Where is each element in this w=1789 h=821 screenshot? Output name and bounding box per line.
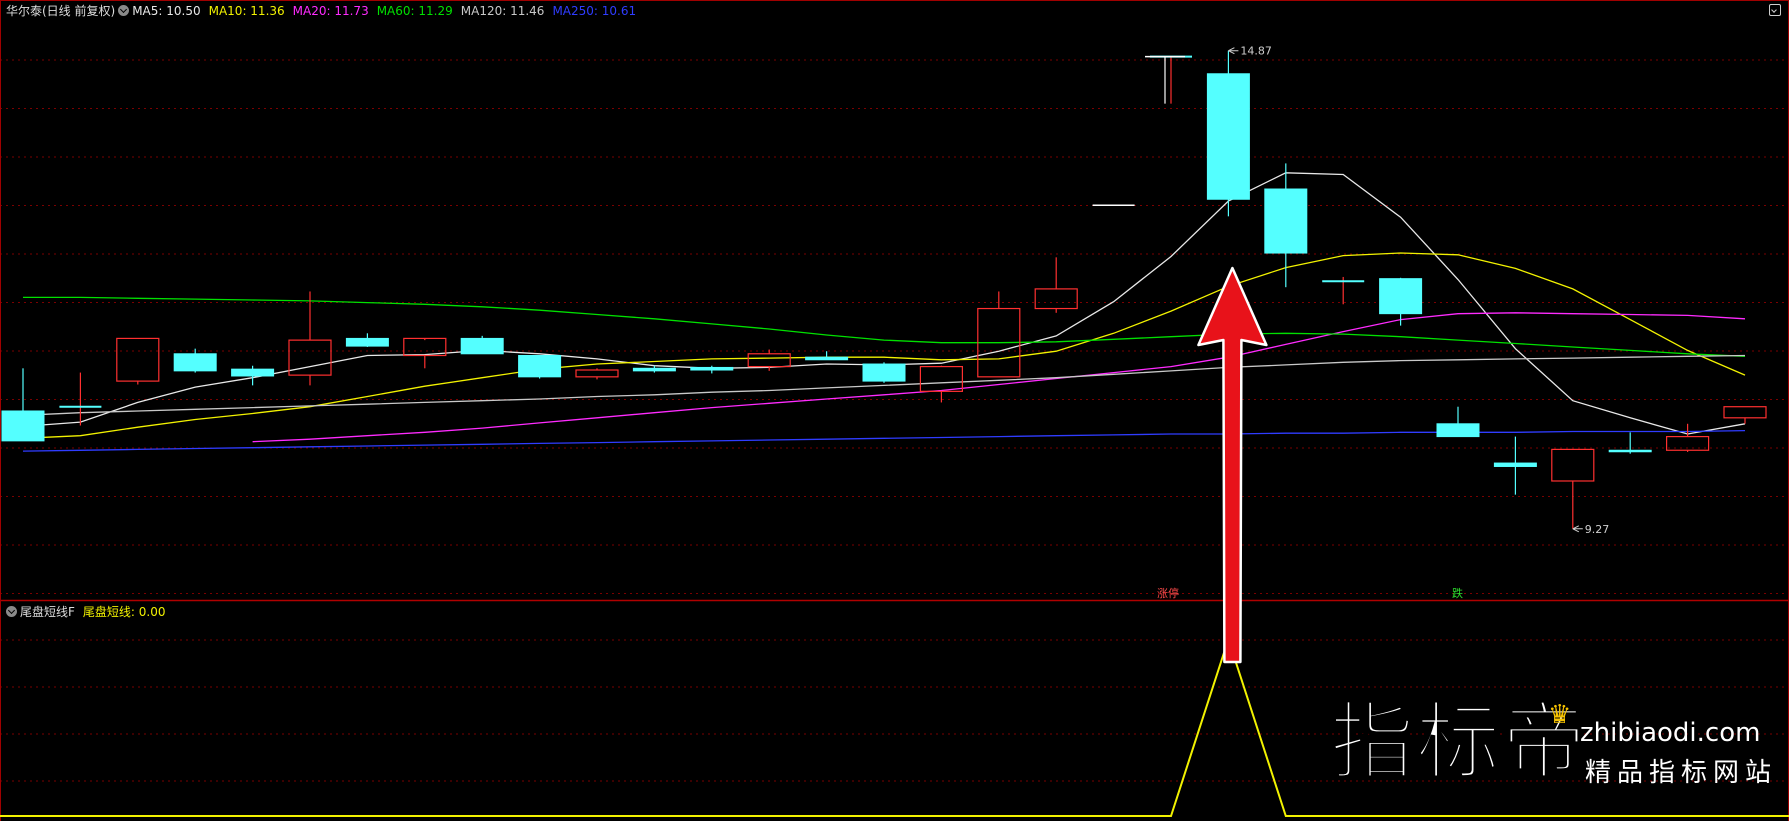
candle (345, 333, 389, 347)
candle-body (345, 337, 389, 347)
ma-legend-item: MA5: 10.50 (132, 4, 201, 18)
candle-body (460, 337, 504, 355)
expand-icon[interactable] (1769, 4, 1781, 16)
candle-body (518, 354, 562, 378)
fall-label: 跌 (1452, 586, 1463, 600)
candle (575, 368, 619, 380)
high-marker (1228, 47, 1239, 55)
candle-body (1436, 423, 1480, 438)
candle-body (1379, 278, 1423, 315)
candle-body (1264, 188, 1308, 254)
candle-body (1493, 462, 1537, 467)
chevron-down-icon[interactable] (6, 606, 17, 617)
candle (1551, 448, 1595, 529)
ma-legend-item: MA120: 11.46 (460, 4, 545, 18)
candle (1150, 55, 1192, 104)
candle (862, 362, 906, 383)
low-label: 9.27 (1585, 523, 1610, 536)
watermark-url: zhibiaodi.com (1580, 718, 1761, 748)
candle-body (1034, 288, 1078, 310)
candle-body (919, 365, 964, 392)
candle (1436, 406, 1480, 438)
candle-body (231, 368, 275, 377)
candle (690, 365, 734, 374)
ma-legend-item: MA250: 10.61 (552, 4, 637, 18)
candle (1322, 276, 1365, 305)
high-label: 14.87 (1240, 45, 1272, 58)
candle-body (116, 337, 160, 382)
candle (977, 291, 1021, 378)
candle (116, 337, 160, 385)
chevron-down-icon[interactable] (118, 5, 130, 16)
candle (1145, 55, 1185, 104)
candle-body (747, 353, 791, 368)
low-marker (1572, 525, 1583, 533)
ma-legend-item: MA20: 11.73 (292, 4, 369, 18)
main-pane-header: 华尔泰(日线 前复权) MA5: 10.50 MA10: 11.36 MA20: 11… (6, 2, 644, 20)
ma-line-ma10 (22, 252, 1746, 439)
ma-line-ma60 (23, 296, 1746, 357)
candle-body (862, 363, 906, 382)
candle-body (690, 366, 734, 371)
candle (1264, 163, 1308, 288)
candle (1034, 257, 1078, 313)
moving-average-lines (22, 172, 1746, 452)
red-arrow (1197, 266, 1268, 664)
indicator-value: 尾盘短线: 0.00 (82, 605, 166, 619)
red-arrow-shape (1197, 266, 1268, 664)
stock-name: 华尔泰(日线 前复权) (6, 4, 116, 18)
candle (805, 351, 849, 361)
crown-icon: ♛ (1548, 700, 1572, 730)
ma-legend-item: MA60: 11.29 (376, 4, 453, 18)
watermark-slogan: 精品指标网站 (1585, 758, 1778, 788)
candle-body (632, 367, 676, 372)
ma-legend-item: MA10: 11.36 (208, 4, 285, 18)
limit-up-label: 涨停 (1157, 586, 1179, 600)
indicator-name: 尾盘短线F (20, 605, 75, 619)
candle-body (1608, 449, 1652, 453)
candle-body (575, 369, 619, 378)
candle-body (805, 356, 849, 361)
candle-body (1, 410, 45, 442)
candle (1, 368, 45, 442)
candle (288, 291, 332, 386)
candle (1723, 406, 1767, 424)
main-grid (0, 59, 1789, 594)
ma-legend: MA5: 10.50 MA10: 11.36 MA20: 11.73 MA60: 11… (132, 4, 644, 18)
candle-body (173, 353, 217, 372)
candle (1608, 432, 1652, 454)
candle (460, 335, 504, 355)
candle (1493, 436, 1537, 495)
candle (231, 365, 275, 386)
candle-body (1551, 448, 1595, 482)
candle (1206, 50, 1250, 217)
indicator-pane-header: 尾盘短线F 尾盘短线: 0.00 (6, 603, 165, 621)
candle (173, 348, 217, 373)
candle-body (1723, 406, 1767, 419)
candles (1, 50, 1767, 529)
candle (518, 354, 562, 379)
candle-body (1206, 73, 1250, 200)
